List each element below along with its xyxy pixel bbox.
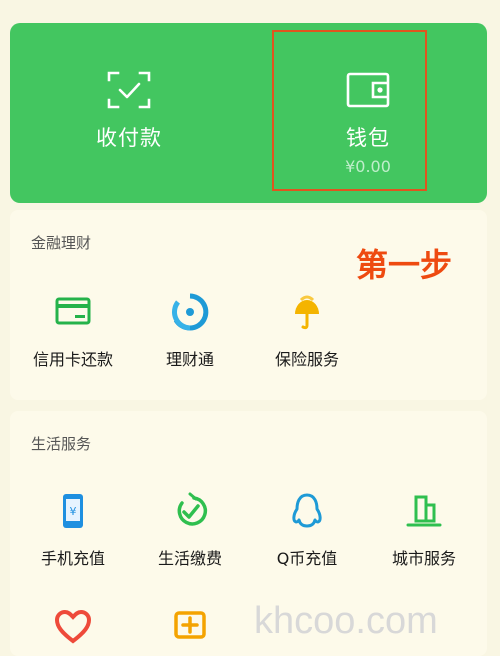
q-coin-topup-tile[interactable]: Q币充值 (248, 491, 366, 569)
medical-plus-icon (174, 611, 206, 639)
insurance-tile[interactable]: 保险服务 (248, 292, 366, 370)
city-services-tile[interactable]: 城市服务 (365, 491, 483, 569)
licaitong-label: 理财通 (165, 350, 214, 369)
step-annotation: 第一步 (356, 246, 453, 284)
wallet-highlight-box (272, 30, 427, 191)
scan-check-icon (107, 71, 151, 109)
q-coin-topup-label: Q币充值 (276, 549, 338, 568)
phone-topup-label: 手机充值 (40, 549, 105, 568)
utility-pay-label: 生活缴费 (157, 549, 222, 568)
pay-receive-button[interactable]: 收付款 (10, 23, 248, 203)
credit-card-icon (55, 297, 91, 325)
utility-pay-tile[interactable]: 生活缴费 (131, 491, 249, 569)
utility-pay-icon (177, 492, 208, 526)
charity-heart-icon (54, 609, 92, 644)
qq-penguin-icon (292, 493, 322, 528)
city-building-icon (406, 495, 442, 527)
wealth-icon (172, 293, 209, 331)
city-services-label: 城市服务 (391, 549, 456, 568)
pay-receive-label: 收付款 (96, 126, 162, 150)
watermark: khcoo.com (254, 600, 438, 642)
insurance-umbrella-icon (295, 295, 319, 330)
charity-tile[interactable] (14, 607, 132, 647)
svg-text:¥: ¥ (70, 505, 77, 518)
credit-card-repay-label: 信用卡还款 (32, 350, 113, 369)
finance-section: 金融理财 第一步 信用卡还款 理财通 保险服务 (10, 210, 487, 400)
life-section-title: 生活服务 (31, 435, 92, 453)
credit-card-repay-tile[interactable]: 信用卡还款 (14, 292, 132, 370)
licaitong-tile[interactable]: 理财通 (131, 292, 249, 370)
finance-section-title: 金融理财 (31, 234, 92, 252)
insurance-label: 保险服务 (274, 350, 339, 369)
phone-topup-tile[interactable]: ¥ 手机充值 (14, 491, 132, 569)
phone-topup-icon: ¥ (63, 494, 83, 528)
medical-tile[interactable] (131, 607, 249, 647)
